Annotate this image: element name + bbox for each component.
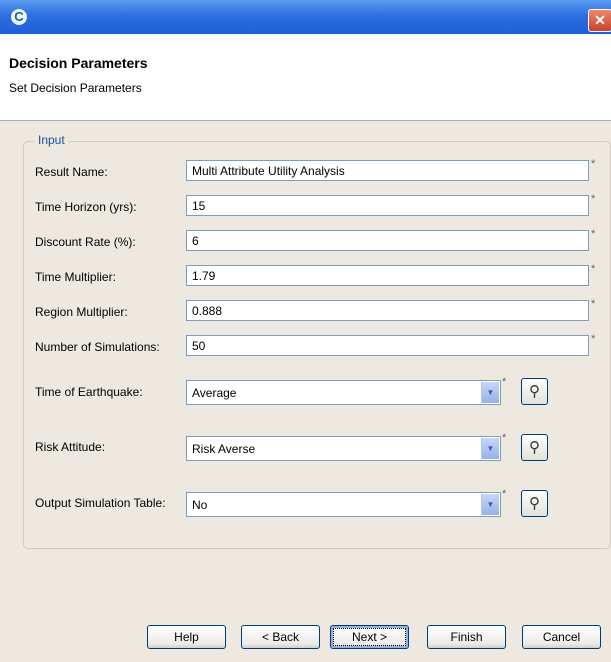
region-multiplier-input[interactable]: 0.888 [186,300,589,321]
chevron-down-icon[interactable]: ▼ [481,494,499,515]
num-simulations-input[interactable]: 50 [186,335,589,356]
output-simulation-table-select[interactable]: No ▼ [186,492,501,517]
magnifier-icon: ⚲ [529,439,540,456]
result-name-label: Result Name: [35,165,108,179]
required-marker: * [591,228,596,240]
result-name-input[interactable]: Multi Attribute Utility Analysis [186,160,589,181]
back-button[interactable]: < Back [241,625,320,649]
app-icon: C [11,9,27,25]
finish-button[interactable]: Finish [427,625,506,649]
required-marker: * [591,298,596,310]
required-marker: * [502,432,507,444]
wizard-header: Decision Parameters Set Decision Paramet… [0,34,611,121]
lookup-button[interactable]: ⚲ [521,434,548,461]
close-button[interactable]: ✕ [588,9,611,32]
risk-attitude-select[interactable]: Risk Averse ▼ [186,436,501,461]
output-simulation-table-label: Output Simulation Table: [35,496,166,510]
time-of-earthquake-value: Average [192,386,237,400]
required-marker: * [591,333,596,345]
page-subtitle: Set Decision Parameters [9,81,142,95]
time-of-earthquake-select[interactable]: Average ▼ [186,380,501,405]
output-simulation-table-value: No [192,498,208,512]
chevron-down-icon[interactable]: ▼ [481,382,499,403]
region-multiplier-label: Region Multiplier: [35,305,128,319]
risk-attitude-value: Risk Averse [192,442,256,456]
discount-rate-label: Discount Rate (%): [35,235,136,249]
required-marker: * [591,158,596,170]
required-marker: * [591,263,596,275]
cancel-button[interactable]: Cancel [522,625,601,649]
required-marker: * [502,376,507,388]
time-multiplier-label: Time Multiplier: [35,270,116,284]
title-bar: C ✕ [0,0,611,34]
time-multiplier-input[interactable]: 1.79 [186,265,589,286]
required-marker: * [502,488,507,500]
magnifier-icon: ⚲ [529,495,540,512]
lookup-button[interactable]: ⚲ [521,490,548,517]
lookup-button[interactable]: ⚲ [521,378,548,405]
content-area: Input Result Name: Multi Attribute Utili… [0,121,611,662]
help-button[interactable]: Help [147,625,226,649]
discount-rate-input[interactable]: 6 [186,230,589,251]
magnifier-icon: ⚲ [529,383,540,400]
risk-attitude-label: Risk Attitude: [35,440,106,454]
page-title: Decision Parameters [9,55,148,71]
required-marker: * [591,193,596,205]
time-horizon-input[interactable]: 15 [186,195,589,216]
time-horizon-label: Time Horizon (yrs): [35,200,137,214]
chevron-down-icon[interactable]: ▼ [481,438,499,459]
num-simulations-label: Number of Simulations: [35,340,160,354]
input-group: Input Result Name: Multi Attribute Utili… [23,133,611,549]
group-legend: Input [34,133,69,147]
next-button[interactable]: Next > [330,625,409,649]
time-of-earthquake-label: Time of Earthquake: [35,385,143,399]
